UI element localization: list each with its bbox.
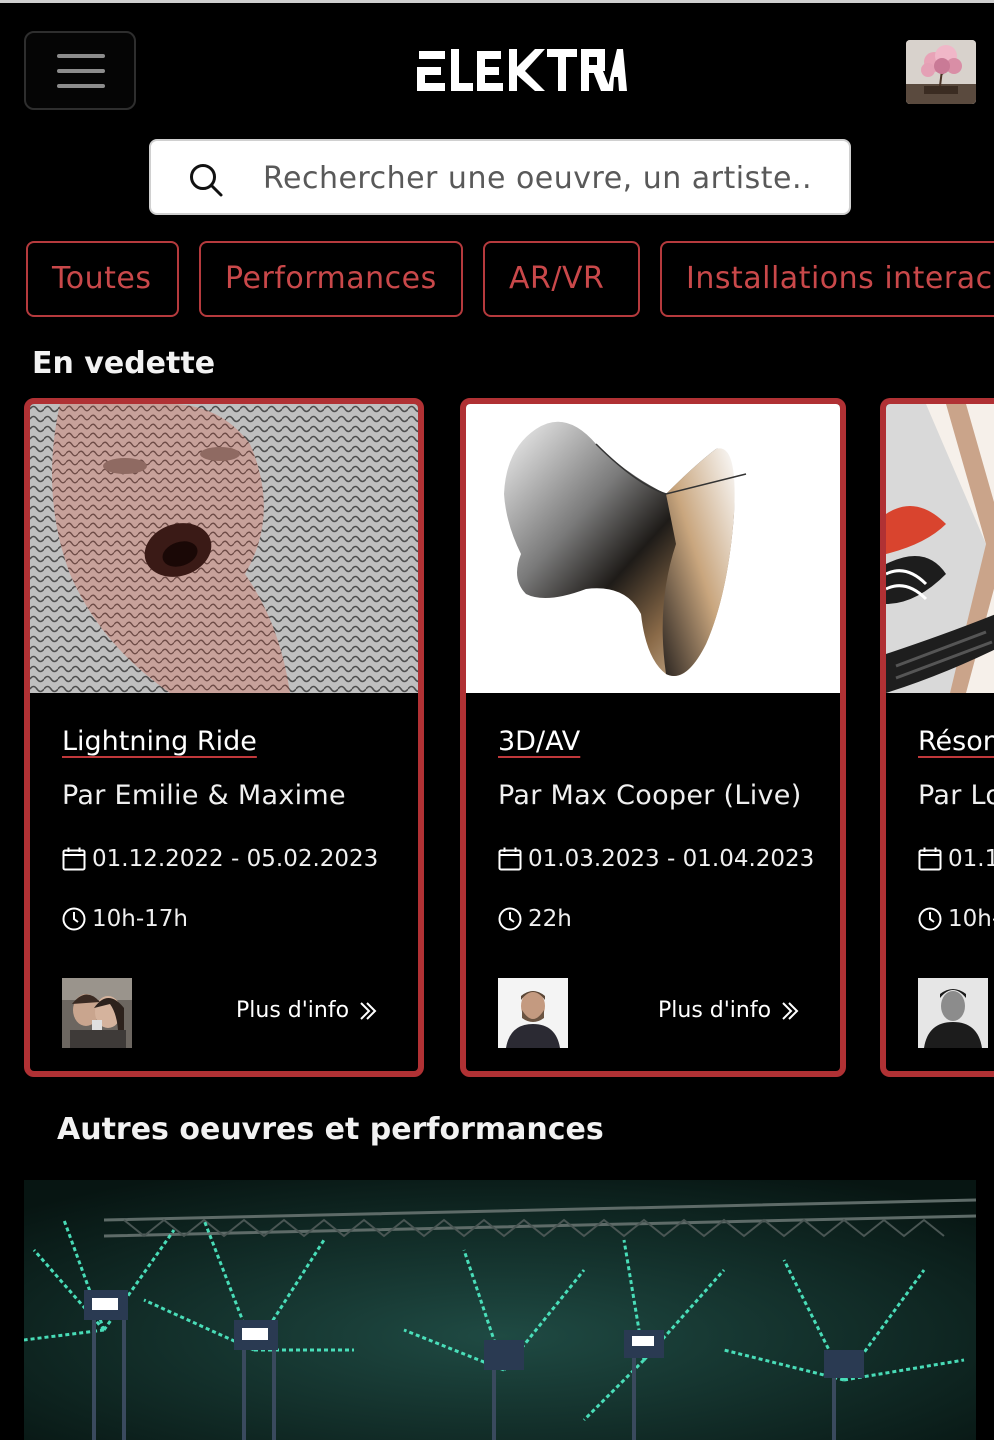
double-chevron-right-icon: [782, 1001, 799, 1020]
artist-photo[interactable]: [498, 978, 568, 1048]
artwork-title-link[interactable]: Réson: [918, 726, 994, 757]
user-avatar[interactable]: [906, 40, 976, 104]
date-range-text: 01.12.2022 - 05.02.2023: [92, 846, 379, 872]
double-chevron-right-icon: [360, 1001, 377, 1020]
calendar-icon: [918, 847, 942, 871]
filter-chip-ar-vr[interactable]: AR/VR: [483, 241, 640, 317]
top-border: [0, 0, 994, 3]
artwork-hours: 10h-: [918, 906, 994, 932]
artwork-hours: 22h: [498, 906, 572, 932]
featured-section-title: En vedette: [32, 346, 216, 381]
search-icon: [190, 164, 223, 197]
artist-photo[interactable]: [62, 978, 132, 1048]
artwork-image: [886, 404, 994, 693]
date-range-text: 01.03.2023 - 01.04.2023: [528, 846, 815, 872]
elektra-logo[interactable]: [417, 47, 627, 95]
artwork-dates: 01.12.2022 - 05.02.2023: [62, 846, 378, 872]
artwork-title-link[interactable]: 3D/AV: [498, 726, 580, 757]
artwork-artist: Par Emilie & Maxime: [62, 780, 346, 811]
artwork-title-link[interactable]: Lightning Ride: [62, 726, 257, 757]
artwork-artist: Par Max Cooper (Live): [498, 780, 802, 811]
more-info-label: Plus d'info: [658, 998, 772, 1023]
calendar-icon: [498, 847, 522, 871]
artwork-hours: 10h-17h: [62, 906, 188, 932]
search-bar[interactable]: [149, 139, 851, 215]
user-avatar-icon: [906, 40, 976, 104]
search-input[interactable]: [263, 155, 833, 201]
artwork-dates: 01.12: [918, 846, 994, 872]
featured-card[interactable]: Réson Par Lo 01.12 10h-: [880, 398, 994, 1077]
filter-chip-installations[interactable]: Installations interac: [660, 241, 994, 317]
category-filters: Toutes Performances AR/VR Installations …: [0, 241, 994, 318]
artwork-image: [466, 404, 840, 693]
artwork-artist: Par Lo: [918, 780, 994, 811]
filter-chip-performances[interactable]: Performances: [199, 241, 463, 317]
hours-text: 22h: [528, 906, 572, 932]
clock-icon: [498, 907, 522, 931]
menu-button[interactable]: [24, 31, 136, 110]
filter-chip-toutes[interactable]: Toutes: [26, 241, 179, 317]
more-info-link[interactable]: Plus d'info: [658, 998, 799, 1023]
featured-card[interactable]: 3D/AV Par Max Cooper (Live) 01.03.2023 -…: [460, 398, 846, 1077]
artwork-dates: 01.03.2023 - 01.04.2023: [498, 846, 814, 872]
hours-text: 10h-: [948, 906, 994, 932]
others-section-title: Autres oeuvres et performances: [57, 1112, 604, 1147]
clock-icon: [62, 907, 86, 931]
more-info-label: Plus d'info: [236, 998, 350, 1023]
artwork-image: [30, 404, 418, 693]
more-info-link[interactable]: Plus d'info: [236, 998, 377, 1023]
artist-photo[interactable]: [918, 978, 988, 1048]
performance-hero-image[interactable]: [24, 1180, 976, 1440]
calendar-icon: [62, 847, 86, 871]
hours-text: 10h-17h: [92, 906, 188, 932]
date-range-text: 01.12: [948, 846, 994, 872]
featured-card[interactable]: Lightning Ride Par Emilie & Maxime 01.12…: [24, 398, 424, 1077]
clock-icon: [918, 907, 942, 931]
hamburger-menu-icon: [57, 54, 105, 58]
